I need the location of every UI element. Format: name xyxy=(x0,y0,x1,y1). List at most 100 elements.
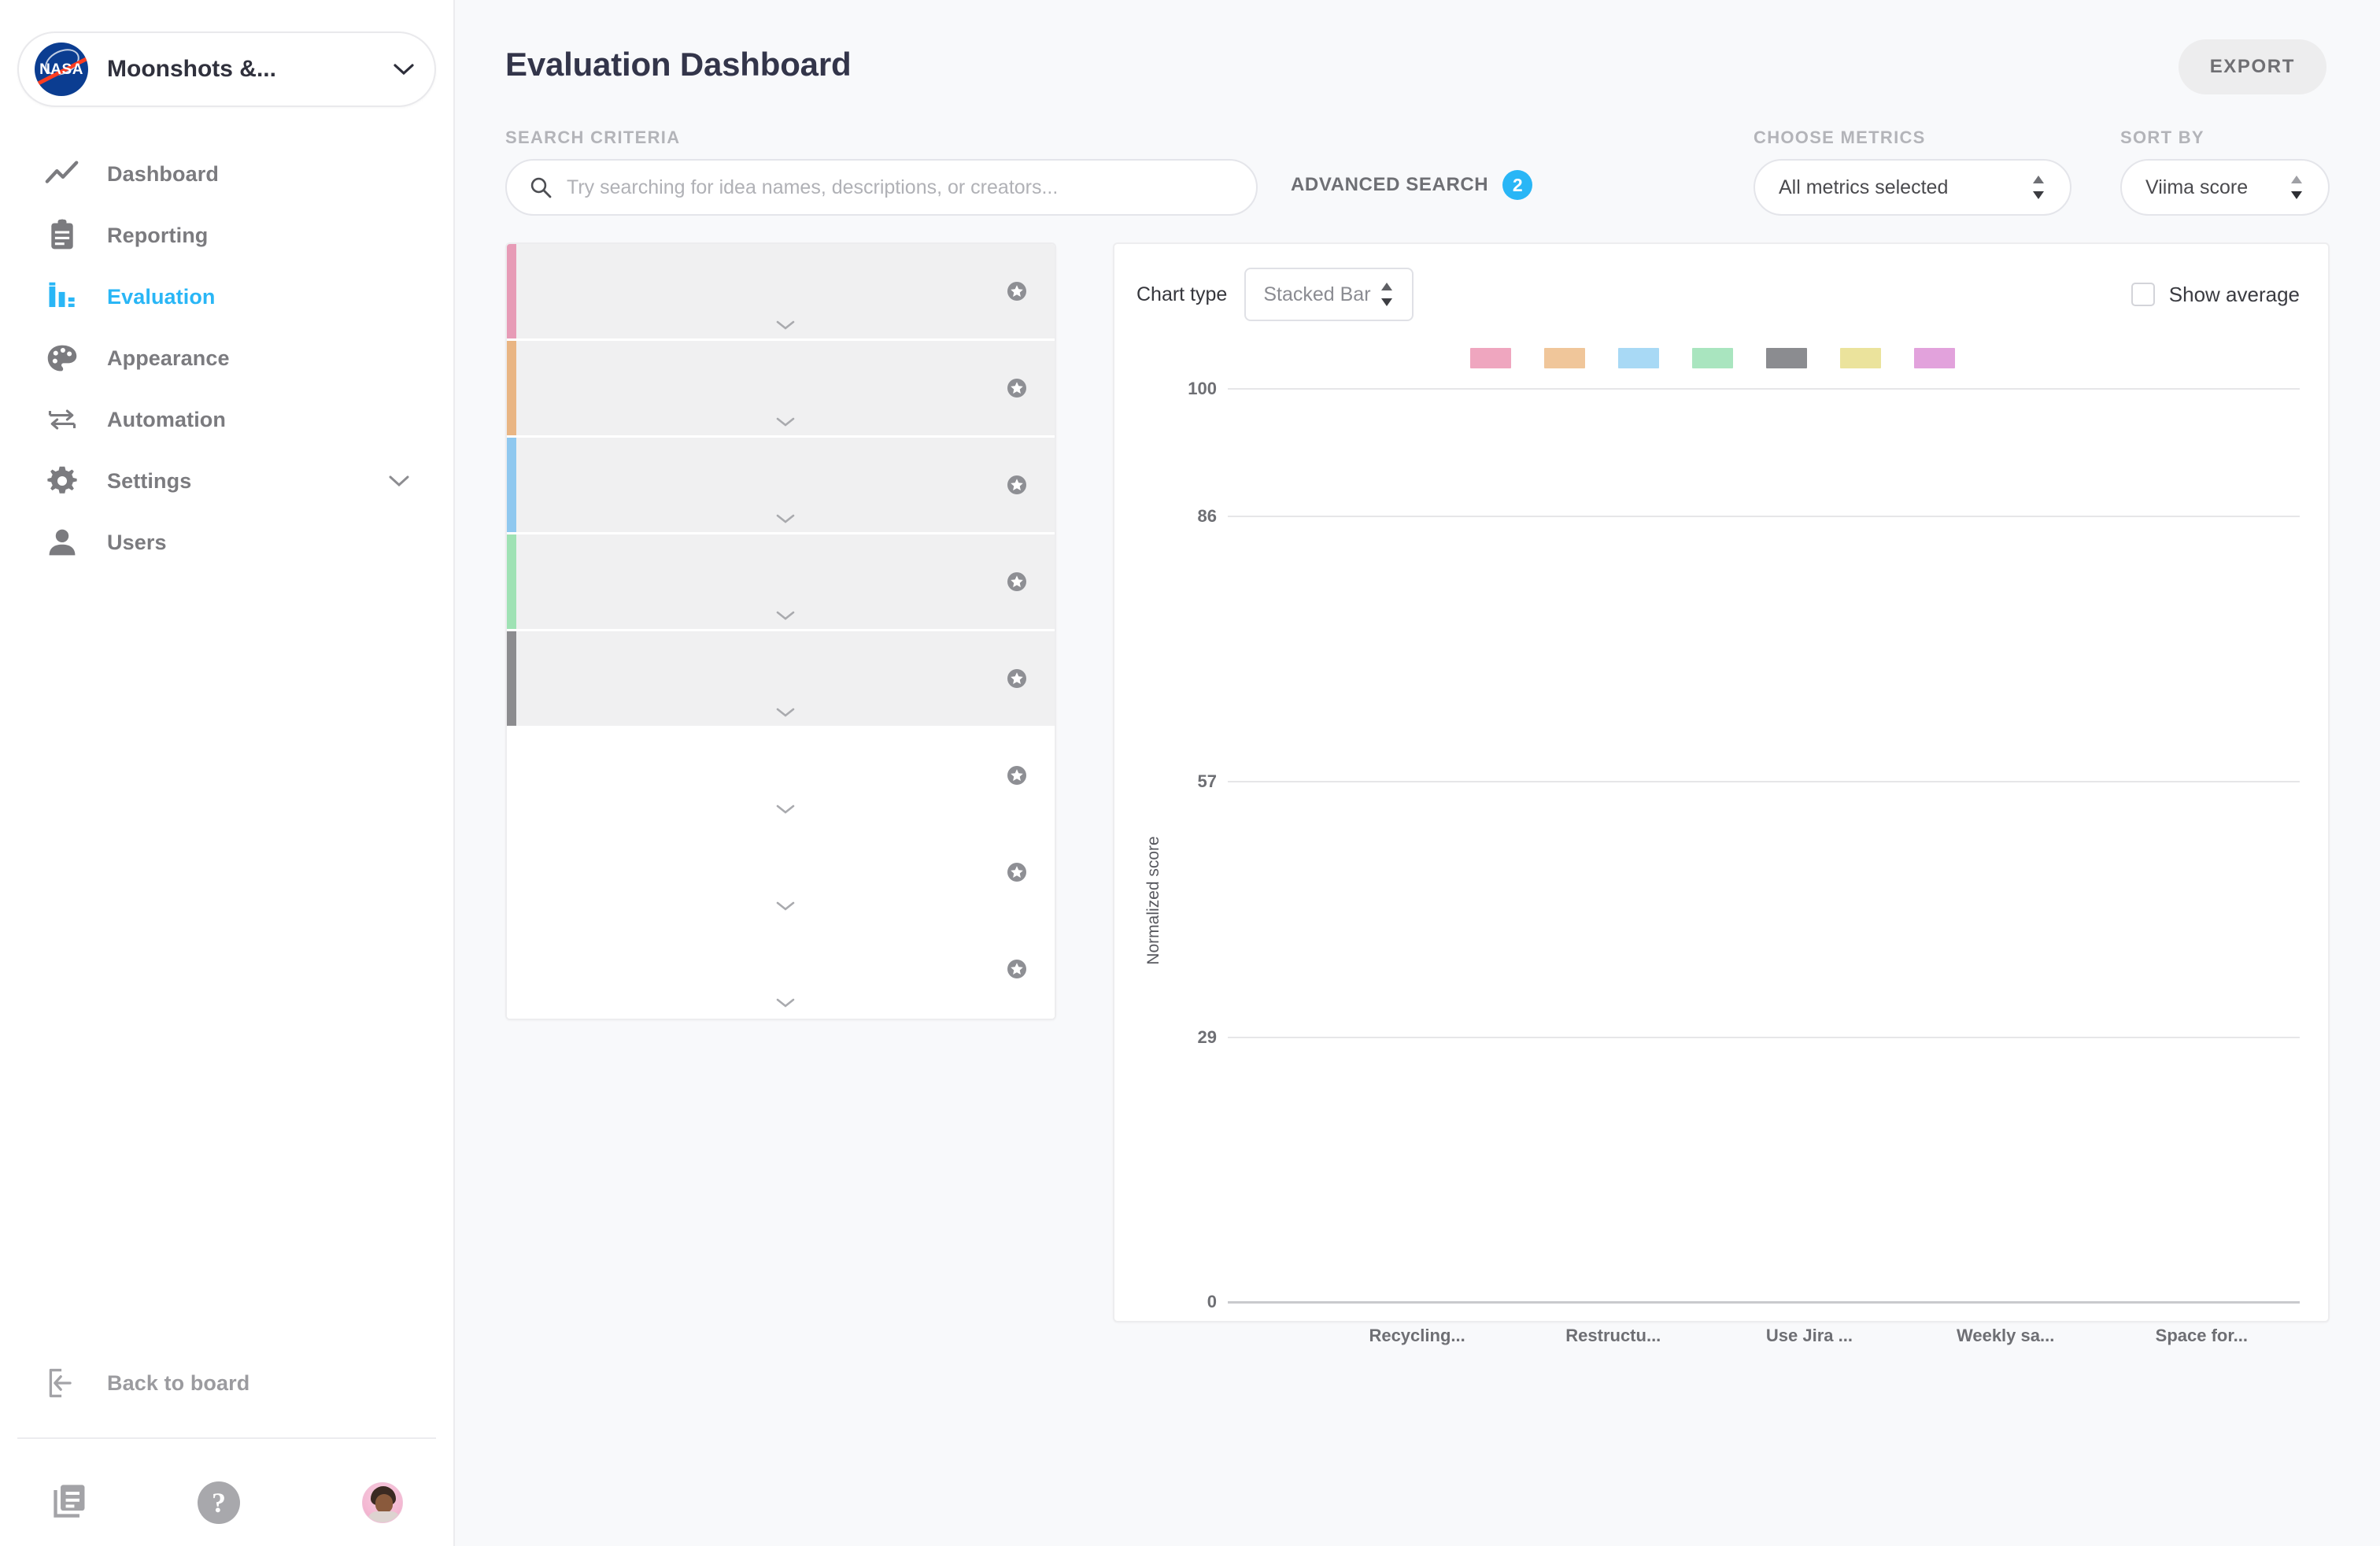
idea-expand-chevron[interactable] xyxy=(516,901,1055,912)
sort-by-select[interactable]: Viima score xyxy=(2120,159,2330,216)
sidebar-item-label: Users xyxy=(107,530,167,554)
legend-item[interactable] xyxy=(1840,348,1892,368)
idea-list-item[interactable] xyxy=(507,244,1055,341)
idea-list-item[interactable] xyxy=(507,341,1055,438)
help-button[interactable]: ? xyxy=(129,1481,340,1524)
sidebar-nav: Dashboard Reporting Evaluation Appearanc… xyxy=(0,143,453,573)
trend-line-icon xyxy=(44,156,80,192)
chevron-down-icon xyxy=(776,611,795,620)
back-to-board-label: Back to board xyxy=(107,1370,250,1395)
advanced-search-toggle[interactable]: ADVANCED SEARCH 2 xyxy=(1291,170,1533,200)
sidebar-item-label: Evaluation xyxy=(107,284,216,309)
legend-item[interactable] xyxy=(1692,348,1744,368)
chart-grid: Recycling... Restructu... Use Jira ... Week… xyxy=(1228,388,2300,1345)
export-button[interactable]: EXPORT xyxy=(2178,39,2326,94)
legend-item[interactable] xyxy=(1470,348,1522,368)
sidebar-divider xyxy=(17,1437,436,1439)
idea-expand-chevron[interactable] xyxy=(516,707,1055,718)
search-input[interactable] xyxy=(567,176,1234,199)
y-axis-tick-label: 100 xyxy=(1188,379,1217,398)
dashboard-content: Chart type Stacked Bar Show average Norm… xyxy=(455,216,2380,1345)
choose-metrics-select[interactable]: All metrics selected xyxy=(1754,159,2071,216)
idea-category-stripe xyxy=(507,244,516,338)
idea-expand-chevron[interactable] xyxy=(516,320,1055,331)
sidebar-item-reporting[interactable]: Reporting xyxy=(0,205,453,266)
y-axis-title-text: Normalized score xyxy=(1144,835,1162,965)
idea-list-item[interactable] xyxy=(507,631,1055,728)
show-average-toggle[interactable]: Show average xyxy=(2131,283,2300,307)
chart-panel: Chart type Stacked Bar Show average Norm… xyxy=(1113,242,2330,1345)
chart-type-value: Stacked Bar xyxy=(1263,283,1371,305)
y-axis-tick-label: 0 xyxy=(1207,1292,1217,1311)
idea-expand-chevron[interactable] xyxy=(516,804,1055,815)
legend-item[interactable] xyxy=(1544,348,1596,368)
y-axis-tick-label: 86 xyxy=(1197,506,1217,527)
sidebar-item-appearance[interactable]: Appearance xyxy=(0,327,453,389)
advanced-search-label: ADVANCED SEARCH xyxy=(1291,174,1489,195)
chart-bar-column[interactable] xyxy=(1707,389,1820,1302)
chart-bar-column[interactable] xyxy=(1278,389,1391,1302)
sidebar-item-dashboard[interactable]: Dashboard xyxy=(0,143,453,205)
sidebar-item-users[interactable]: Users xyxy=(0,512,453,573)
page-title: Evaluation Dashboard xyxy=(505,46,852,83)
filter-bar: SEARCH CRITERIA ADVANCED SEARCH 2 CHOOSE… xyxy=(455,94,2380,216)
palette-icon xyxy=(44,340,80,376)
sort-spinner-icon xyxy=(2291,176,2302,199)
user-avatar-button[interactable] xyxy=(340,1481,403,1523)
idea-expand-chevron[interactable] xyxy=(516,610,1055,621)
chevron-down-icon xyxy=(776,998,795,1008)
x-axis-tick-label: Space for... xyxy=(2155,1326,2249,1345)
sort-spinner-icon xyxy=(1380,283,1392,306)
sidebar-item-automation[interactable]: Automation xyxy=(0,389,453,450)
main-content: Evaluation Dashboard EXPORT SEARCH CRITE… xyxy=(455,0,2380,1546)
sort-spinner-icon xyxy=(2033,176,2044,199)
idea-category-stripe xyxy=(507,922,516,1016)
sidebar-item-evaluation[interactable]: Evaluation xyxy=(0,266,453,327)
legend-item[interactable] xyxy=(1914,348,1966,368)
legend-item[interactable] xyxy=(1766,348,1818,368)
idea-score xyxy=(1007,668,1033,689)
board-name: Moonshots &... xyxy=(107,56,276,82)
idea-list-item[interactable] xyxy=(507,922,1055,1019)
app-root: NASA Moonshots &... Dashboard Reporting … xyxy=(0,0,2380,1546)
legend-item[interactable] xyxy=(1618,348,1670,368)
idea-expand-chevron[interactable] xyxy=(516,513,1055,524)
sidebar-item-settings[interactable]: Settings xyxy=(0,450,453,512)
chart-type-label: Chart type xyxy=(1136,283,1228,305)
sort-by-value: Viima score xyxy=(2145,176,2249,198)
chart-plot-area: Normalized score 0 29 57 86 100 Recycling...… xyxy=(1136,379,2300,1345)
search-criteria-label: SEARCH CRITERIA xyxy=(505,128,681,147)
sidebar-item-label: Dashboard xyxy=(107,161,219,186)
idea-expand-chevron[interactable] xyxy=(516,997,1055,1008)
chart-type-select[interactable]: Stacked Bar xyxy=(1244,268,1414,321)
question-mark-icon: ? xyxy=(198,1481,240,1524)
show-average-checkbox[interactable] xyxy=(2131,283,2155,306)
legend-color-swatch xyxy=(1618,348,1659,368)
search-box[interactable] xyxy=(505,159,1258,216)
idea-list-item[interactable] xyxy=(507,438,1055,534)
idea-category-stripe xyxy=(507,534,516,629)
board-switcher[interactable]: NASA Moonshots &... xyxy=(17,31,436,107)
chevron-down-icon xyxy=(394,63,414,75)
star-badge-icon xyxy=(1007,282,1026,301)
idea-score xyxy=(1007,862,1033,882)
x-axis-tick-label: Use Jira ... xyxy=(1765,1326,1853,1345)
idea-list-item[interactable] xyxy=(507,728,1055,825)
star-badge-icon xyxy=(1007,960,1026,978)
back-to-board-button[interactable]: Back to board xyxy=(0,1356,249,1411)
chart-bar-column[interactable] xyxy=(1493,389,1606,1302)
page-header: Evaluation Dashboard EXPORT xyxy=(455,0,2380,94)
idea-score xyxy=(1007,959,1033,979)
chevron-down-icon[interactable] xyxy=(389,475,409,487)
y-axis-tick-label: 29 xyxy=(1197,1026,1217,1047)
idea-expand-chevron[interactable] xyxy=(516,416,1055,427)
show-average-label: Show average xyxy=(2168,282,2300,306)
idea-list-item[interactable] xyxy=(507,825,1055,922)
library-books-icon xyxy=(50,1481,90,1524)
idea-list-item[interactable] xyxy=(507,534,1055,631)
chart-bar-column[interactable] xyxy=(1921,389,2034,1302)
choose-metrics-value: All metrics selected xyxy=(1779,176,1949,198)
library-button[interactable] xyxy=(50,1481,129,1524)
chart-bar-column[interactable] xyxy=(2136,389,2249,1302)
nasa-logo-text: NASA xyxy=(39,61,83,78)
